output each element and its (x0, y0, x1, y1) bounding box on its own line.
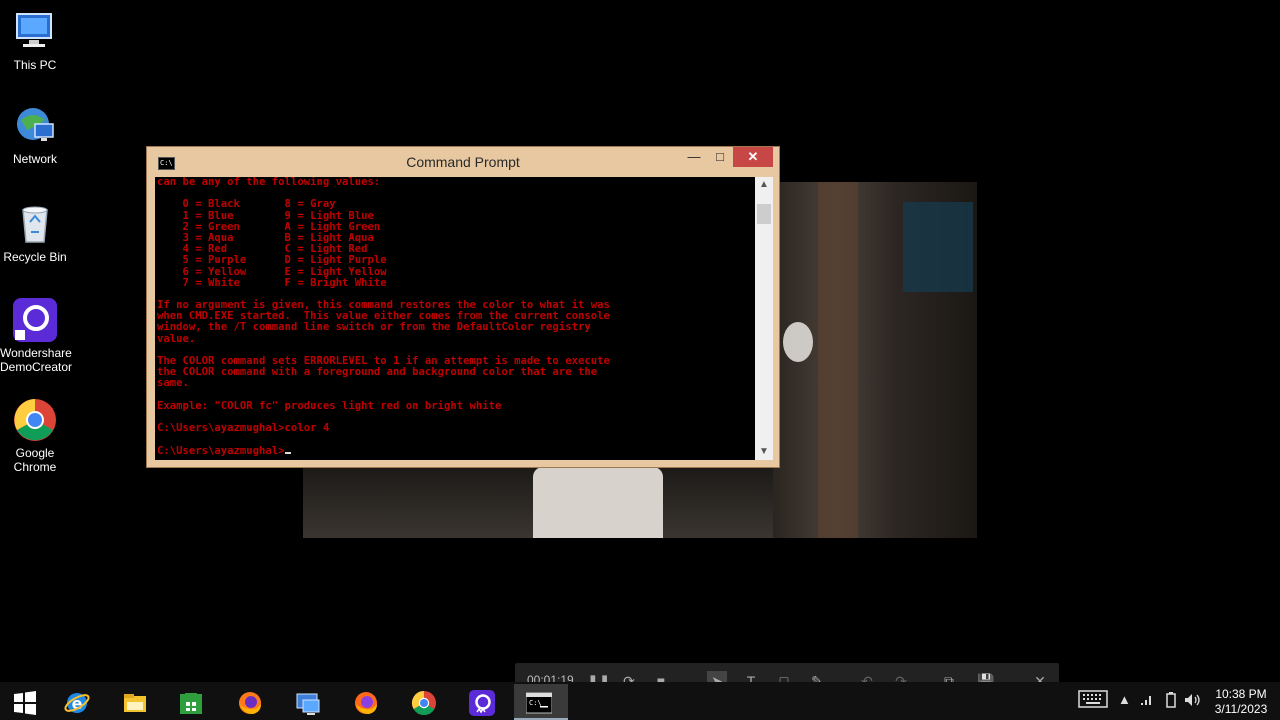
clock-time: 10:38 PM (1215, 687, 1267, 701)
network-signal-icon[interactable] (1140, 692, 1154, 709)
video-motorbike (783, 322, 813, 362)
scroll-thumb[interactable] (757, 204, 771, 224)
system-clock[interactable]: 10:38 PM 3/11/2023 (1206, 687, 1276, 717)
video-tarp (903, 202, 973, 292)
start-button[interactable] (0, 684, 50, 720)
scroll-down-icon[interactable]: ▼ (755, 444, 773, 460)
internet-explorer-icon: e (64, 693, 90, 713)
console-line: 5 = Purple D = Light Purple (157, 254, 387, 267)
firefox-icon (355, 692, 377, 714)
command-prompt-icon: C:\ (526, 692, 552, 714)
taskbar-democreator[interactable] (457, 684, 507, 720)
minimize-button[interactable]: — (681, 147, 707, 167)
clock-date: 3/11/2023 (1214, 702, 1268, 716)
keyboard-icon[interactable] (1078, 690, 1108, 711)
taskbar-chrome[interactable] (399, 684, 449, 720)
battery-icon[interactable] (1166, 692, 1176, 711)
console-line: can be any of the following values: (157, 177, 381, 188)
title-bar[interactable]: C:\ Command Prompt — □ ✕ (147, 147, 779, 177)
taskbar-firefox-2[interactable] (341, 684, 391, 720)
firefox-icon (239, 692, 261, 714)
vertical-scrollbar[interactable]: ▲ ▼ (755, 177, 773, 460)
taskbar-internet-explorer[interactable]: e (52, 684, 102, 720)
file-explorer-icon (124, 694, 146, 712)
desktop-icon-label: Wondershare DemoCreator (0, 346, 73, 374)
console-line: window, the /T command line switch or fr… (157, 321, 591, 334)
chrome-icon (13, 398, 57, 442)
taskbar-remote-desktop[interactable] (283, 684, 333, 720)
taskbar-file-explorer[interactable] (110, 684, 160, 720)
console-output: can be any of the following values: 0 = … (157, 177, 753, 457)
remote-desktop-icon (296, 693, 320, 715)
desktop-icon-recycle-bin[interactable]: Recycle Bin (0, 202, 70, 264)
desktop-icon-label: Network (12, 152, 57, 166)
console-line: the COLOR command with a foreground and … (157, 366, 598, 379)
console-line: 6 = Yellow E = Light Yellow (157, 265, 387, 278)
desktop-icon-this-pc[interactable]: This PC (0, 10, 70, 72)
console-line: same. (157, 377, 189, 390)
volume-icon[interactable] (1184, 692, 1200, 711)
console-line: 7 = White F = Bright White (157, 276, 387, 289)
desktop-icon-label: Recycle Bin (3, 250, 67, 264)
taskbar-store[interactable] (166, 684, 216, 720)
computer-icon (13, 10, 57, 54)
svg-text:C:\: C:\ (529, 699, 542, 707)
console-line: C:\Users\ayazmughal> (157, 445, 753, 457)
chrome-icon (411, 691, 436, 716)
console-line: 0 = Black 8 = Gray (157, 198, 336, 211)
store-icon (180, 693, 202, 714)
maximize-button[interactable]: □ (707, 147, 733, 167)
recycle-bin-icon (13, 202, 57, 246)
console-line: value. (157, 332, 196, 345)
console-line: Example: "COLOR fc" produces light red o… (157, 399, 502, 412)
democreator-icon (469, 690, 495, 716)
command-prompt-window[interactable]: C:\ Command Prompt — □ ✕ can be any of t… (146, 146, 780, 468)
video-person (533, 467, 663, 538)
start-icon (14, 691, 36, 715)
taskbar: e C:\ ▲ 10:38 PM 3/11/2023 (0, 682, 1280, 720)
network-icon (13, 104, 57, 148)
scroll-up-icon[interactable]: ▲ (755, 177, 773, 193)
democreator-icon (13, 298, 57, 342)
desktop-icon-democreator[interactable]: Wondershare DemoCreator (0, 298, 73, 374)
desktop-icon-network[interactable]: Network (0, 104, 70, 166)
text-cursor (284, 451, 291, 454)
video-wall-beam (818, 182, 858, 538)
console-line: C:\Users\ayazmughal>color 4 (157, 422, 330, 435)
console-area[interactable]: can be any of the following values: 0 = … (155, 177, 773, 460)
desktop-icon-label: Google Chrome (13, 446, 57, 474)
desktop-icon-chrome[interactable]: Google Chrome (0, 398, 70, 474)
close-button[interactable]: ✕ (733, 147, 773, 167)
taskbar-command-prompt[interactable]: C:\ (514, 684, 568, 720)
show-hidden-icons-icon[interactable]: ▲ (1118, 692, 1131, 707)
desktop-icon-label: This PC (13, 58, 57, 72)
taskbar-firefox[interactable] (225, 684, 275, 720)
